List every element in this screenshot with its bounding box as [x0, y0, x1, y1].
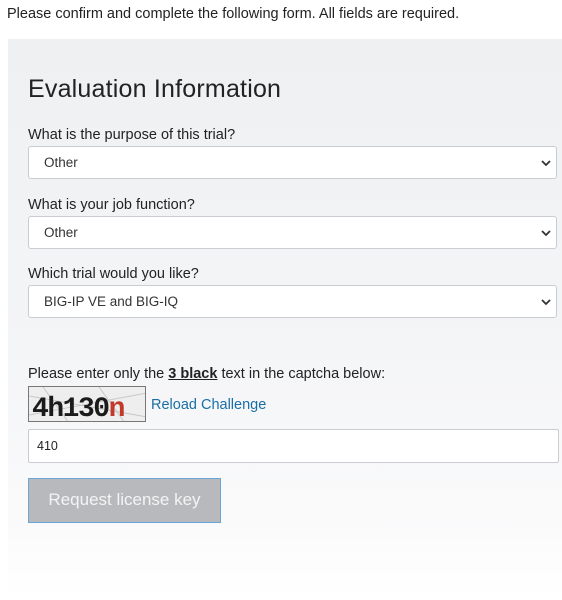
request-license-key-button[interactable]: Request license key: [28, 478, 221, 523]
purpose-label: What is the purpose of this trial?: [28, 127, 236, 143]
captcha-instruction-start: Please enter only the: [28, 366, 169, 382]
trial-select-value: BIG-IP VE and BIG-IQ: [44, 294, 179, 309]
chevron-down-icon: [541, 230, 551, 237]
purpose-select[interactable]: Other: [28, 146, 557, 179]
intro-text: Please confirm and complete the followin…: [7, 6, 460, 22]
evaluation-form-panel: Evaluation Information What is the purpo…: [8, 39, 562, 600]
captcha-input[interactable]: 410: [28, 429, 559, 463]
chevron-down-icon: [541, 299, 551, 306]
captcha-image: 4h130n: [28, 386, 146, 422]
purpose-select-value: Other: [44, 155, 78, 170]
job-function-label: What is your job function?: [28, 197, 195, 213]
reload-challenge-link[interactable]: Reload Challenge: [151, 397, 266, 413]
captcha-graphic: 4h130n: [29, 387, 145, 422]
job-function-select[interactable]: Other: [28, 216, 557, 249]
job-function-select-value: Other: [44, 225, 78, 240]
captcha-text: 4h130n: [32, 394, 125, 422]
captcha-instruction-emphasis: 3 black: [168, 366, 218, 382]
captcha-instruction-end: text in the captcha below:: [217, 366, 386, 382]
chevron-down-icon: [541, 160, 551, 167]
form-heading: Evaluation Information: [28, 75, 282, 103]
trial-select[interactable]: BIG-IP VE and BIG-IQ: [28, 285, 557, 318]
trial-label: Which trial would you like?: [28, 266, 199, 282]
captcha-instruction: Please enter only the 3 black text in th…: [28, 366, 385, 382]
